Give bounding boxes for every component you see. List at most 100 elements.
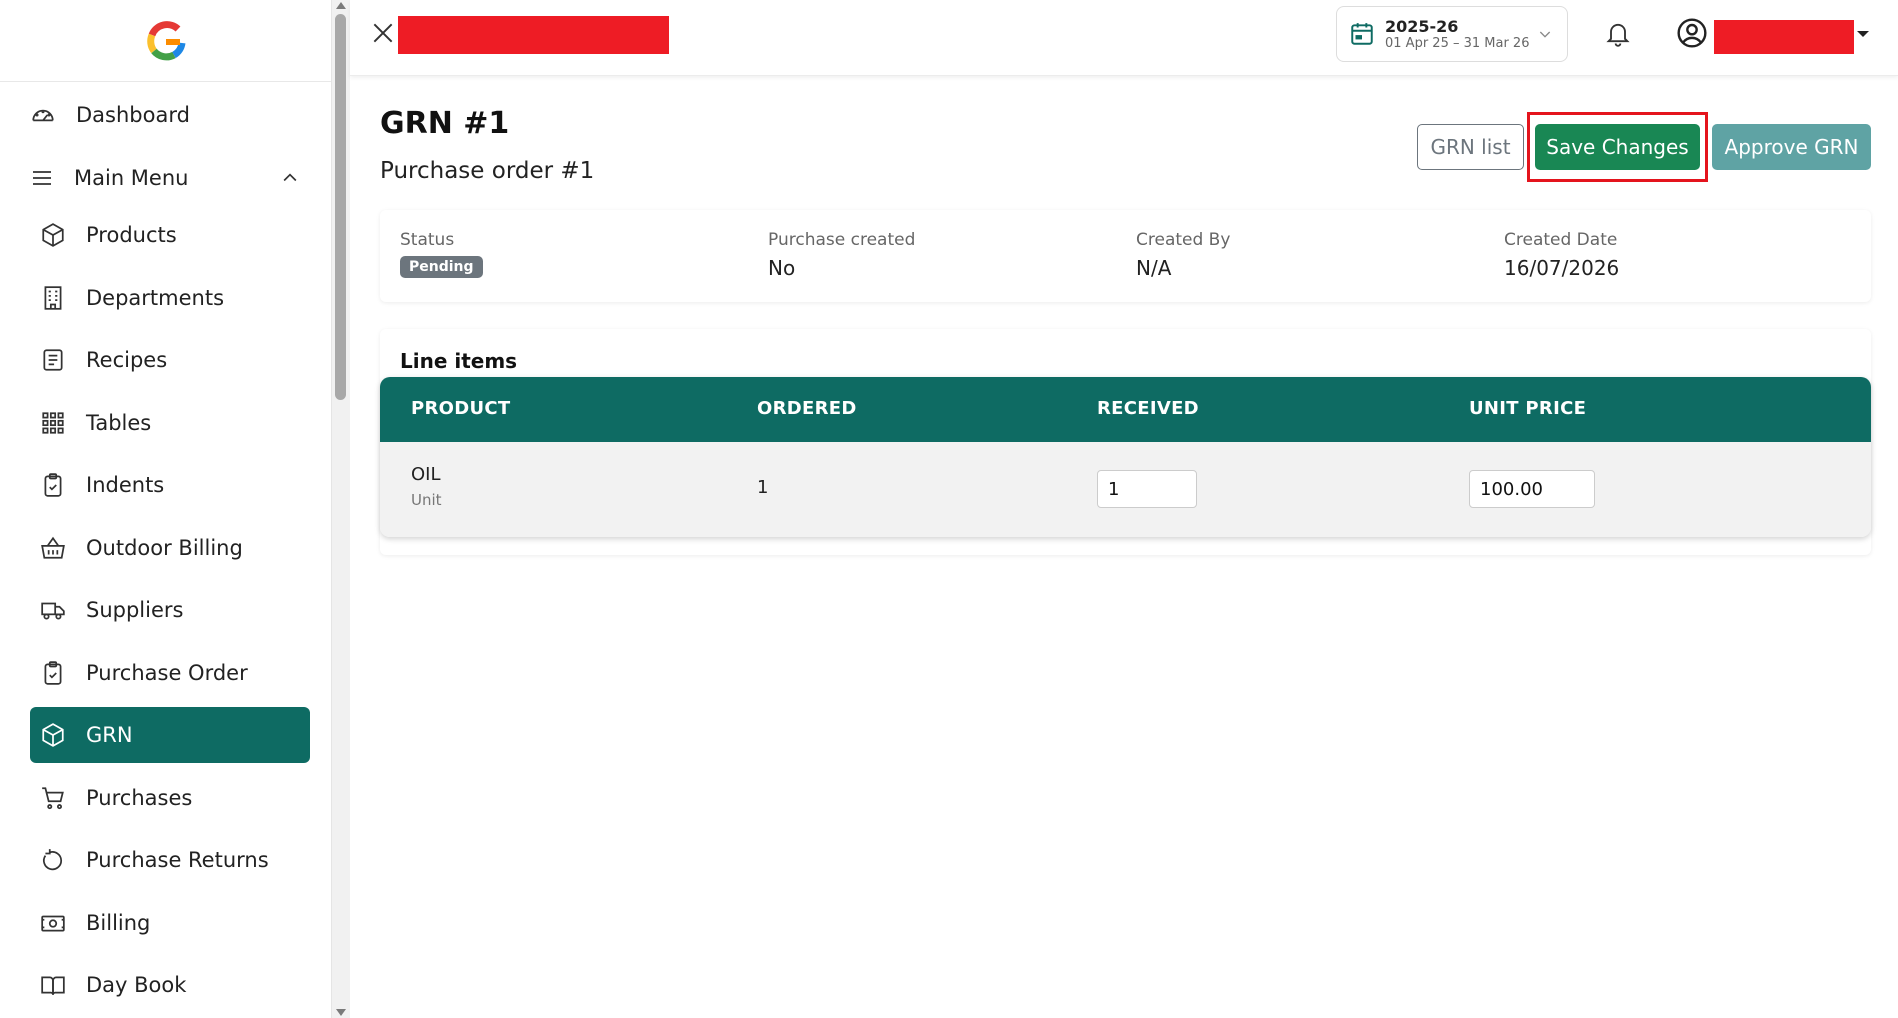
column-header-unit-price: UNIT PRICE [1469, 398, 1587, 419]
grid-icon [42, 411, 64, 434]
table-row: OIL Unit 1 [380, 442, 1871, 537]
close-icon[interactable] [370, 20, 396, 46]
financial-year-range: 01 Apr 25 – 31 Mar 26 [1385, 35, 1530, 51]
sidebar-item-suppliers[interactable]: Suppliers [30, 582, 310, 638]
redacted-user-name[interactable] [1714, 20, 1854, 54]
sidebar-item-label: GRN [86, 723, 133, 747]
sidebar-item-label: Purchases [86, 785, 193, 810]
sidebar-item-products[interactable]: Products [30, 207, 310, 263]
clipboard-icon [44, 473, 62, 497]
box-icon [42, 723, 64, 747]
sidebar-item-label: Outdoor Billing [86, 535, 243, 560]
app-root: Dashboard Main Menu Products Departments [0, 0, 1898, 1018]
purchase-created-value: No [768, 256, 796, 280]
chevron-up-icon [283, 173, 297, 182]
sidebar-item-indents[interactable]: Indents [30, 457, 310, 513]
grn-info-card: Status Pending Purchase created No Creat… [380, 210, 1871, 302]
sidebar-item-label: Day Book [86, 973, 187, 997]
sidebar-item-label: Tables [86, 410, 152, 435]
status-badge: Pending [400, 256, 483, 278]
logo[interactable] [0, 0, 331, 82]
approve-grn-button[interactable]: Approve GRN [1712, 124, 1871, 170]
box-icon [42, 223, 64, 247]
truck-icon [41, 602, 65, 620]
created-date-value: 16/07/2026 [1504, 256, 1620, 280]
rotate-icon [43, 849, 63, 871]
purchase-created-label: Purchase created [768, 230, 916, 250]
recipe-icon [43, 349, 63, 371]
sidebar-item-recipes[interactable]: Recipes [30, 332, 310, 388]
sidebar-item-purchase-order[interactable]: Purchase Order [30, 645, 310, 701]
line-items-table: PRODUCT ORDERED RECEIVED UNIT PRICE OIL … [380, 377, 1871, 537]
sidebar-item-outdoor-billing[interactable]: Outdoor Billing [30, 520, 310, 576]
created-by-field: Created By N/A [1136, 230, 1230, 280]
building-icon [44, 285, 62, 310]
created-date-field: Created Date 16/07/2026 [1504, 230, 1619, 280]
calendar-icon [1351, 23, 1373, 45]
speedometer-icon [32, 109, 54, 122]
sidebar-item-tables[interactable]: Tables [30, 395, 310, 451]
sidebar-nav: Products Departments Recipes Tables Inde… [30, 207, 310, 1018]
sidebar-item-label: Indents [86, 473, 165, 497]
sidebar-item-purchases[interactable]: Purchases [30, 770, 310, 826]
hamburger-icon [33, 171, 51, 185]
sidebar-item-label: Suppliers [86, 598, 184, 622]
chevron-down-icon [1539, 31, 1551, 38]
scrollbar-thumb[interactable] [335, 14, 346, 400]
line-items-heading: Line items [400, 349, 518, 373]
basket-icon [41, 536, 65, 559]
product-name: OIL [411, 464, 441, 485]
scroll-up-arrow-icon[interactable] [336, 2, 346, 9]
page-subtitle: Purchase order #1 [380, 158, 595, 184]
scroll-down-arrow-icon[interactable] [336, 1009, 346, 1016]
sidebar-item-purchase-returns[interactable]: Purchase Returns [30, 832, 310, 888]
sidebar-item-label: Products [86, 223, 177, 247]
ordered-qty: 1 [757, 477, 769, 498]
cash-icon [41, 915, 65, 931]
cart-icon [42, 786, 64, 809]
product-unit: Unit [411, 491, 442, 509]
page-title: GRN #1 [380, 106, 510, 141]
sidebar-item-dashboard[interactable]: Dashboard [30, 97, 300, 133]
sidebar-item-label: Purchase Returns [86, 848, 269, 872]
main-menu-label: Main Menu [74, 166, 189, 190]
sidebar: Dashboard Main Menu Products Departments [0, 0, 332, 1018]
created-date-label: Created Date [1504, 230, 1618, 250]
book-icon [41, 976, 65, 995]
line-items-card: Line items PRODUCT ORDERED RECEIVED UNIT… [380, 329, 1871, 555]
sidebar-item-day-book[interactable]: Day Book [30, 957, 310, 1013]
sidebar-item-label: Purchase Order [86, 660, 248, 685]
product-cell: OIL Unit [411, 464, 442, 509]
sidebar-item-label: Departments [86, 285, 225, 310]
financial-year-selector[interactable]: 2025-26 01 Apr 25 – 31 Mar 26 [1336, 6, 1568, 62]
unit-price-input[interactable] [1469, 470, 1595, 508]
status-field: Status Pending [400, 230, 483, 278]
created-by-value: N/A [1136, 256, 1172, 280]
table-header: PRODUCT ORDERED RECEIVED UNIT PRICE [380, 377, 1871, 442]
sidebar-item-label: Dashboard [76, 103, 190, 127]
status-label: Status [400, 230, 455, 250]
bell-icon[interactable] [1604, 18, 1632, 48]
sidebar-item-label: Recipes [86, 348, 168, 372]
sidebar-item-departments[interactable]: Departments [30, 270, 310, 326]
received-qty-input[interactable] [1097, 470, 1197, 508]
brand-logo-icon [146, 20, 185, 60]
grn-list-button[interactable]: GRN list [1417, 124, 1524, 170]
redacted-company-name [398, 16, 669, 54]
main-content: GRN #1 Purchase order #1 GRN list Save C… [350, 76, 1898, 1018]
sidebar-item-billing[interactable]: Billing [30, 895, 310, 951]
purchase-created-field: Purchase created No [768, 230, 915, 280]
sidebar-item-label: Billing [86, 910, 151, 935]
column-header-received: RECEIVED [1097, 398, 1199, 419]
column-header-product: PRODUCT [411, 398, 511, 419]
sidebar-scrollbar[interactable] [332, 0, 350, 1018]
clipboard-check-icon [44, 660, 62, 685]
topbar: 2025-26 01 Apr 25 – 31 Mar 26 [350, 0, 1898, 76]
column-header-ordered: ORDERED [757, 398, 857, 419]
user-avatar-icon[interactable] [1676, 17, 1708, 49]
user-menu-caret-icon[interactable] [1857, 31, 1869, 37]
sidebar-item-grn[interactable]: GRN [30, 707, 310, 763]
main-menu-toggle[interactable]: Main Menu [30, 160, 300, 196]
save-changes-button[interactable]: Save Changes [1535, 124, 1700, 170]
financial-year: 2025-26 [1385, 16, 1459, 36]
